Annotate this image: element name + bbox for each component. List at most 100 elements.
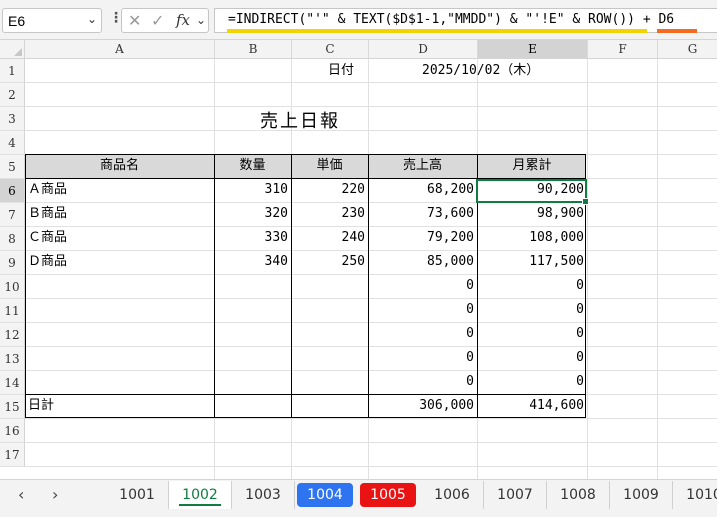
- table-cell[interactable]: 0: [368, 370, 477, 394]
- table-cell[interactable]: 340: [214, 250, 291, 274]
- header-product-name[interactable]: 商品名: [25, 154, 214, 178]
- table-cell[interactable]: 0: [477, 274, 587, 298]
- table-cell[interactable]: 73,600: [368, 202, 477, 226]
- table-cell[interactable]: [25, 274, 214, 298]
- column-header-f[interactable]: F: [588, 40, 658, 58]
- total-sales[interactable]: 306,000: [368, 394, 477, 418]
- table-cell[interactable]: Ｂ商品: [25, 202, 214, 226]
- sheet-tab-1001[interactable]: 1001: [106, 481, 169, 509]
- row-header-11[interactable]: 11: [0, 299, 25, 323]
- table-cell[interactable]: 0: [368, 274, 477, 298]
- column-header-d[interactable]: D: [369, 40, 478, 58]
- column-header-e[interactable]: E: [478, 40, 588, 58]
- table-cell[interactable]: Ｃ商品: [25, 226, 214, 250]
- column-header-a[interactable]: A: [25, 40, 215, 58]
- table-cell[interactable]: 0: [477, 346, 587, 370]
- row-header-12[interactable]: 12: [0, 323, 25, 347]
- table-cell[interactable]: 0: [368, 322, 477, 346]
- table-cell[interactable]: 108,000: [477, 226, 587, 250]
- column-header-b[interactable]: B: [215, 40, 292, 58]
- row-header-10[interactable]: 10: [0, 275, 25, 299]
- table-cell[interactable]: 117,500: [477, 250, 587, 274]
- select-all-corner[interactable]: [0, 40, 25, 58]
- row-header-13[interactable]: 13: [0, 347, 25, 371]
- table-cell[interactable]: 230: [291, 202, 368, 226]
- table-cell[interactable]: 0: [368, 298, 477, 322]
- table-cell[interactable]: 98,900: [477, 202, 587, 226]
- cell-grid[interactable]: 日付 2025/10/02（木） 売上日報 商品名 数量 単価 売上高 月累計 …: [25, 59, 717, 479]
- row-header-4[interactable]: 4: [0, 131, 25, 155]
- table-cell[interactable]: [214, 298, 291, 322]
- row-header-8[interactable]: 8: [0, 227, 25, 251]
- next-sheet-icon[interactable]: ›: [52, 485, 58, 504]
- column-header-c[interactable]: C: [292, 40, 369, 58]
- chevron-down-icon[interactable]: ⌄: [87, 12, 97, 26]
- header-unit-price[interactable]: 単価: [291, 154, 368, 178]
- header-monthly-total[interactable]: 月累計: [477, 154, 587, 178]
- row-header-15[interactable]: 15: [0, 395, 25, 419]
- sheet-tab-1006[interactable]: 1006: [421, 481, 484, 509]
- table-cell[interactable]: [25, 346, 214, 370]
- sheet-tab-1002[interactable]: 1002: [169, 481, 232, 509]
- table-cell[interactable]: Ａ商品: [25, 178, 214, 202]
- table-cell[interactable]: 85,000: [368, 250, 477, 274]
- table-cell[interactable]: [214, 322, 291, 346]
- sheet-tab-1004[interactable]: 1004: [297, 483, 353, 507]
- table-cell[interactable]: 220: [291, 178, 368, 202]
- table-cell[interactable]: 250: [291, 250, 368, 274]
- header-sales[interactable]: 売上高: [368, 154, 477, 178]
- table-cell[interactable]: Ｄ商品: [25, 250, 214, 274]
- column-header-g[interactable]: G: [658, 40, 717, 58]
- sheet-tab-1010[interactable]: 1010: [673, 481, 717, 509]
- row-header-17[interactable]: 17: [0, 443, 25, 467]
- prev-sheet-icon[interactable]: ‹: [18, 485, 24, 504]
- table-cell[interactable]: 0: [477, 370, 587, 394]
- table-cell[interactable]: [291, 274, 368, 298]
- formula-input[interactable]: =INDIRECT("'" & TEXT($D$1-1,"MMDD") & "'…: [214, 8, 717, 33]
- table-cell[interactable]: [291, 322, 368, 346]
- row-header-1[interactable]: 1: [0, 59, 25, 83]
- table-cell[interactable]: 240: [291, 226, 368, 250]
- table-cell[interactable]: 0: [477, 298, 587, 322]
- header-quantity[interactable]: 数量: [214, 154, 291, 178]
- table-cell[interactable]: [214, 370, 291, 394]
- table-cell[interactable]: [214, 346, 291, 370]
- table-cell[interactable]: [25, 370, 214, 394]
- table-cell[interactable]: 68,200: [368, 178, 477, 202]
- date-value[interactable]: 2025/10/02（木）: [419, 59, 542, 83]
- sheet-tab-1009[interactable]: 1009: [610, 481, 673, 509]
- row-header-2[interactable]: 2: [0, 83, 25, 107]
- row-header-9[interactable]: 9: [0, 251, 25, 275]
- sheet-tab-1008[interactable]: 1008: [547, 481, 610, 509]
- table-cell[interactable]: [291, 298, 368, 322]
- sheet-tab-1005[interactable]: 1005: [360, 483, 416, 507]
- table-cell[interactable]: 0: [477, 322, 587, 346]
- insert-function-icon[interactable]: fx: [176, 11, 190, 29]
- row-header-5[interactable]: 5: [0, 155, 25, 179]
- row-header-3[interactable]: 3: [0, 107, 25, 131]
- table-cell[interactable]: [214, 274, 291, 298]
- check-icon[interactable]: ✓: [151, 11, 164, 30]
- table-cell[interactable]: 310: [214, 178, 291, 202]
- table-cell[interactable]: 79,200: [368, 226, 477, 250]
- table-cell[interactable]: [25, 322, 214, 346]
- name-box[interactable]: E6 ⌄: [2, 8, 102, 33]
- total-label[interactable]: 日計: [25, 394, 214, 418]
- cancel-icon[interactable]: ✕: [128, 11, 141, 30]
- table-cell[interactable]: 0: [368, 346, 477, 370]
- sheet-tab-1007[interactable]: 1007: [484, 481, 547, 509]
- row-header-6[interactable]: 6: [0, 179, 25, 203]
- row-header-14[interactable]: 14: [0, 371, 25, 395]
- table-cell[interactable]: [291, 370, 368, 394]
- chevron-down-icon[interactable]: ⌄: [196, 13, 206, 27]
- sheet-tab-1003[interactable]: 1003: [232, 481, 295, 509]
- row-header-16[interactable]: 16: [0, 419, 25, 443]
- report-title[interactable]: 売上日報: [260, 107, 340, 133]
- table-cell[interactable]: 320: [214, 202, 291, 226]
- table-cell[interactable]: 330: [214, 226, 291, 250]
- active-cell-selection[interactable]: [476, 179, 589, 205]
- table-cell[interactable]: [291, 346, 368, 370]
- total-cumulative[interactable]: 414,600: [477, 394, 587, 418]
- table-cell[interactable]: [25, 298, 214, 322]
- row-header-7[interactable]: 7: [0, 203, 25, 227]
